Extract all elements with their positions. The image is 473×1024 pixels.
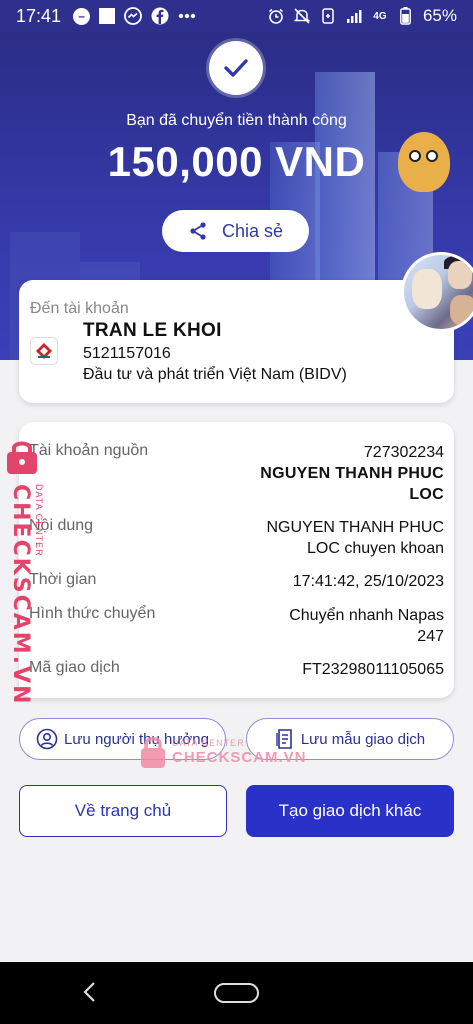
watermark-center-sub: DATA CENTER <box>172 738 245 748</box>
lock-icon <box>7 441 37 474</box>
content-line1: NGUYEN THANH PHUC <box>266 519 445 536</box>
source-name-line2: LOC <box>409 486 444 503</box>
share-button[interactable]: Chia sẻ <box>162 210 309 252</box>
facebook-icon <box>151 7 169 25</box>
detail-row-txn: Mã giao dịch FT23298011105065 <box>29 659 444 680</box>
source-name-line1: NGUYEN THANH PHUC <box>260 465 444 482</box>
watermark-center-text: CHECKSCAM.VN <box>172 749 307 766</box>
recipient-account-number: 5121157016 <box>83 345 171 362</box>
lock-icon <box>141 737 165 768</box>
success-message: Bạn đã chuyển tiền thành công <box>126 112 347 129</box>
detail-row-method-2: 247 <box>29 626 444 647</box>
detail-row-time: Thời gian 17:41:42, 25/10/2023 <box>29 571 444 592</box>
status-bar: 17:41 – 4G 65% <box>0 0 473 32</box>
mute-icon <box>293 7 311 25</box>
user-circle-icon <box>36 728 58 750</box>
floating-avatar[interactable] <box>401 252 473 332</box>
alarm-icon <box>267 7 285 25</box>
signal-icon <box>345 7 363 25</box>
dnd-icon: – <box>73 7 91 25</box>
share-icon <box>190 222 206 240</box>
detail-row-content-2: LOC chuyen khoan <box>29 538 444 559</box>
recipient-bank-name: Đầu tư và phát triển Việt Nam (BIDV) <box>83 366 347 383</box>
detail-row-content: Nội dung NGUYEN THANH PHUC <box>29 517 444 538</box>
square-icon <box>99 8 116 24</box>
recipient-card: Đến tài khoản TRAN LE KHOI 5121157016 Đầ… <box>19 280 454 403</box>
txn-id: FT23298011105065 <box>302 661 444 678</box>
data-saver-icon <box>319 7 337 25</box>
detail-row-source: Tài khoản nguồn 727302234 <box>29 442 444 463</box>
detail-row-method: Hình thức chuyển Chuyển nhanh Napas <box>29 605 444 626</box>
messenger-icon <box>124 7 142 25</box>
watermark-center: DATA CENTER CHECKSCAM.VN <box>140 736 310 772</box>
back-chevron-icon[interactable] <box>78 980 102 1004</box>
watermark-side: CHECKSCAM.VN DATA CENTER <box>4 440 52 705</box>
content-line2: LOC chuyen khoan <box>307 540 444 557</box>
home-button[interactable]: Về trang chủ <box>19 785 227 837</box>
recipient-label: Đến tài khoản <box>30 300 129 317</box>
transaction-details-card: Tài khoản nguồn 727302234 NGUYEN THANH P… <box>19 422 454 698</box>
method-line1: Chuyển nhanh Napas <box>289 607 444 624</box>
success-check-icon <box>209 41 263 95</box>
battery-percent: 65% <box>422 6 457 25</box>
watermark-side-text: CHECKSCAM.VN <box>8 484 33 706</box>
recipient-name: TRAN LE KHOI <box>83 320 222 341</box>
transfer-amount: 150,000 VND <box>107 138 366 185</box>
watermark-side-sub: DATA CENTER <box>34 484 44 557</box>
save-template-label: Lưu mẫu giao dịch <box>300 730 426 748</box>
battery-icon <box>397 7 415 25</box>
status-time: 17:41 <box>16 5 62 26</box>
time-value: 17:41:42, 25/10/2023 <box>292 573 444 590</box>
more-dots-icon <box>178 7 196 25</box>
source-account-number: 727302234 <box>363 444 444 461</box>
bidv-logo-icon <box>30 337 58 365</box>
txn-label: Mã giao dịch <box>29 659 120 676</box>
detail-row-source-name: NGUYEN THANH PHUC <box>29 463 444 484</box>
system-nav-bar <box>0 962 473 1024</box>
home-pill-icon[interactable] <box>214 983 259 1003</box>
new-transaction-button[interactable]: Tạo giao dịch khác <box>246 785 454 837</box>
detail-row-source-name-2: LOC <box>29 484 444 505</box>
network-type: 4G <box>373 10 387 22</box>
method-line2: 247 <box>417 628 444 645</box>
share-label: Chia sẻ <box>221 220 284 241</box>
